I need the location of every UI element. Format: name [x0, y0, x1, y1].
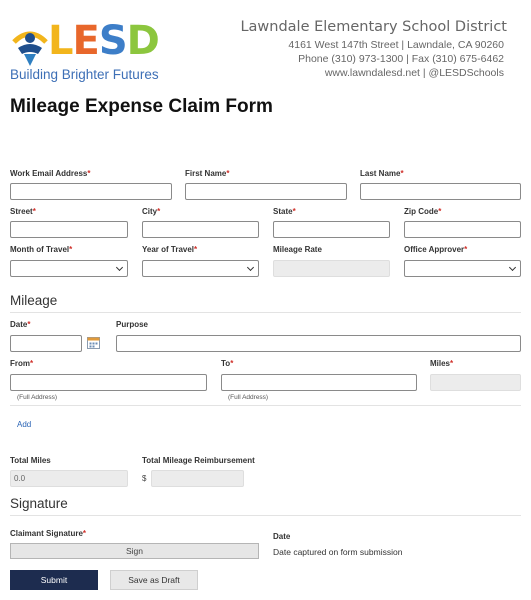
to-hint: (Full Address): [228, 394, 269, 401]
required-marker: *: [87, 169, 91, 178]
logo-letter-l: L: [48, 18, 73, 64]
from-hint: (Full Address): [17, 394, 58, 401]
save-draft-button-label: Save as Draft: [128, 575, 180, 585]
reimbursement-field: [151, 470, 244, 487]
from-label: From*: [10, 359, 34, 368]
required-marker: *: [82, 529, 87, 538]
required-marker: *: [230, 359, 234, 368]
date-label: Date*: [10, 320, 31, 329]
required-marker: *: [226, 169, 230, 178]
city-input[interactable]: [142, 221, 259, 238]
last-name-input[interactable]: [360, 183, 521, 200]
approver-select[interactable]: [404, 260, 521, 277]
logo-letter-e: E: [72, 18, 100, 64]
save-draft-button[interactable]: Save as Draft: [110, 570, 198, 590]
work-email-input[interactable]: [10, 183, 172, 200]
required-marker: *: [194, 245, 198, 254]
required-marker: *: [400, 169, 404, 178]
row-divider: [10, 405, 521, 406]
section-divider: [10, 312, 521, 313]
year-select[interactable]: [142, 260, 259, 277]
logo-tagline: Building Brighter Futures: [10, 67, 159, 82]
purpose-input[interactable]: [116, 335, 521, 352]
required-marker: *: [292, 207, 296, 216]
signature-heading: Signature: [10, 496, 68, 511]
district-phone: Phone (310) 973-1300 | Fax (310) 675-646…: [298, 53, 504, 65]
sign-button-label: Sign: [125, 546, 143, 556]
calendar-icon[interactable]: [87, 337, 100, 349]
city-label: City*: [142, 207, 161, 216]
sign-button[interactable]: Sign: [10, 543, 259, 559]
to-input[interactable]: [221, 374, 417, 391]
total-miles-value: 0.0: [14, 474, 26, 483]
section-divider: [10, 515, 521, 516]
submit-button-label: Submit: [40, 575, 68, 585]
signature-date-label: Date: [273, 532, 291, 541]
required-marker: *: [69, 245, 73, 254]
last-name-label: Last Name*: [360, 169, 404, 178]
required-marker: *: [464, 245, 468, 254]
mileage-rate-field: [273, 260, 390, 277]
miles-field: [430, 374, 521, 391]
required-marker: *: [30, 359, 34, 368]
district-web: www.lawndalesd.net | @LESDSchools: [324, 67, 504, 79]
to-label: To*: [221, 359, 234, 368]
required-marker: *: [27, 320, 31, 329]
from-input[interactable]: [10, 374, 207, 391]
required-marker: *: [157, 207, 161, 216]
date-input[interactable]: [10, 335, 82, 352]
mileage-rate-label: Mileage Rate: [273, 245, 322, 254]
state-label: State*: [273, 207, 296, 216]
total-miles-field: 0.0: [10, 470, 128, 487]
reimbursement-label: Total Mileage Reimbursement: [142, 456, 255, 465]
district-logo: LESD Building Brighter Futures: [10, 18, 190, 84]
street-label: Street*: [10, 207, 36, 216]
total-miles-label: Total Miles: [10, 456, 51, 465]
signature-date-note: Date captured on form submission: [273, 547, 403, 557]
approver-label: Office Approver*: [404, 245, 468, 254]
miles-label: Miles*: [430, 359, 454, 368]
year-label: Year of Travel*: [142, 245, 198, 254]
first-name-input[interactable]: [185, 183, 347, 200]
claimant-signature-label: Claimant Signature*: [10, 529, 87, 538]
zip-input[interactable]: [404, 221, 521, 238]
purpose-label: Purpose: [116, 320, 149, 329]
submit-button[interactable]: Submit: [10, 570, 98, 590]
street-input[interactable]: [10, 221, 128, 238]
required-marker: *: [32, 207, 36, 216]
zip-label: Zip Code*: [404, 207, 442, 216]
district-address: 4161 West 147th Street | Lawndale, CA 90…: [288, 39, 504, 51]
mileage-heading: Mileage: [10, 293, 58, 308]
page-title: Mileage Expense Claim Form: [10, 96, 273, 117]
currency-symbol: $: [142, 474, 147, 483]
first-name-label: First Name*: [185, 169, 230, 178]
logo-figure-icon: [12, 31, 48, 66]
add-row-link[interactable]: Add: [17, 420, 31, 429]
logo-letter-d: D: [126, 18, 160, 64]
state-input[interactable]: [273, 221, 390, 238]
required-marker: *: [450, 359, 454, 368]
district-name: Lawndale Elementary School District: [240, 19, 507, 35]
work-email-label: Work Email Address*: [10, 169, 91, 178]
required-marker: *: [438, 207, 442, 216]
month-select[interactable]: [10, 260, 128, 277]
logo-letter-s: S: [98, 18, 128, 64]
month-label: Month of Travel*: [10, 245, 73, 254]
logo-wordmark: LESD: [48, 18, 160, 64]
